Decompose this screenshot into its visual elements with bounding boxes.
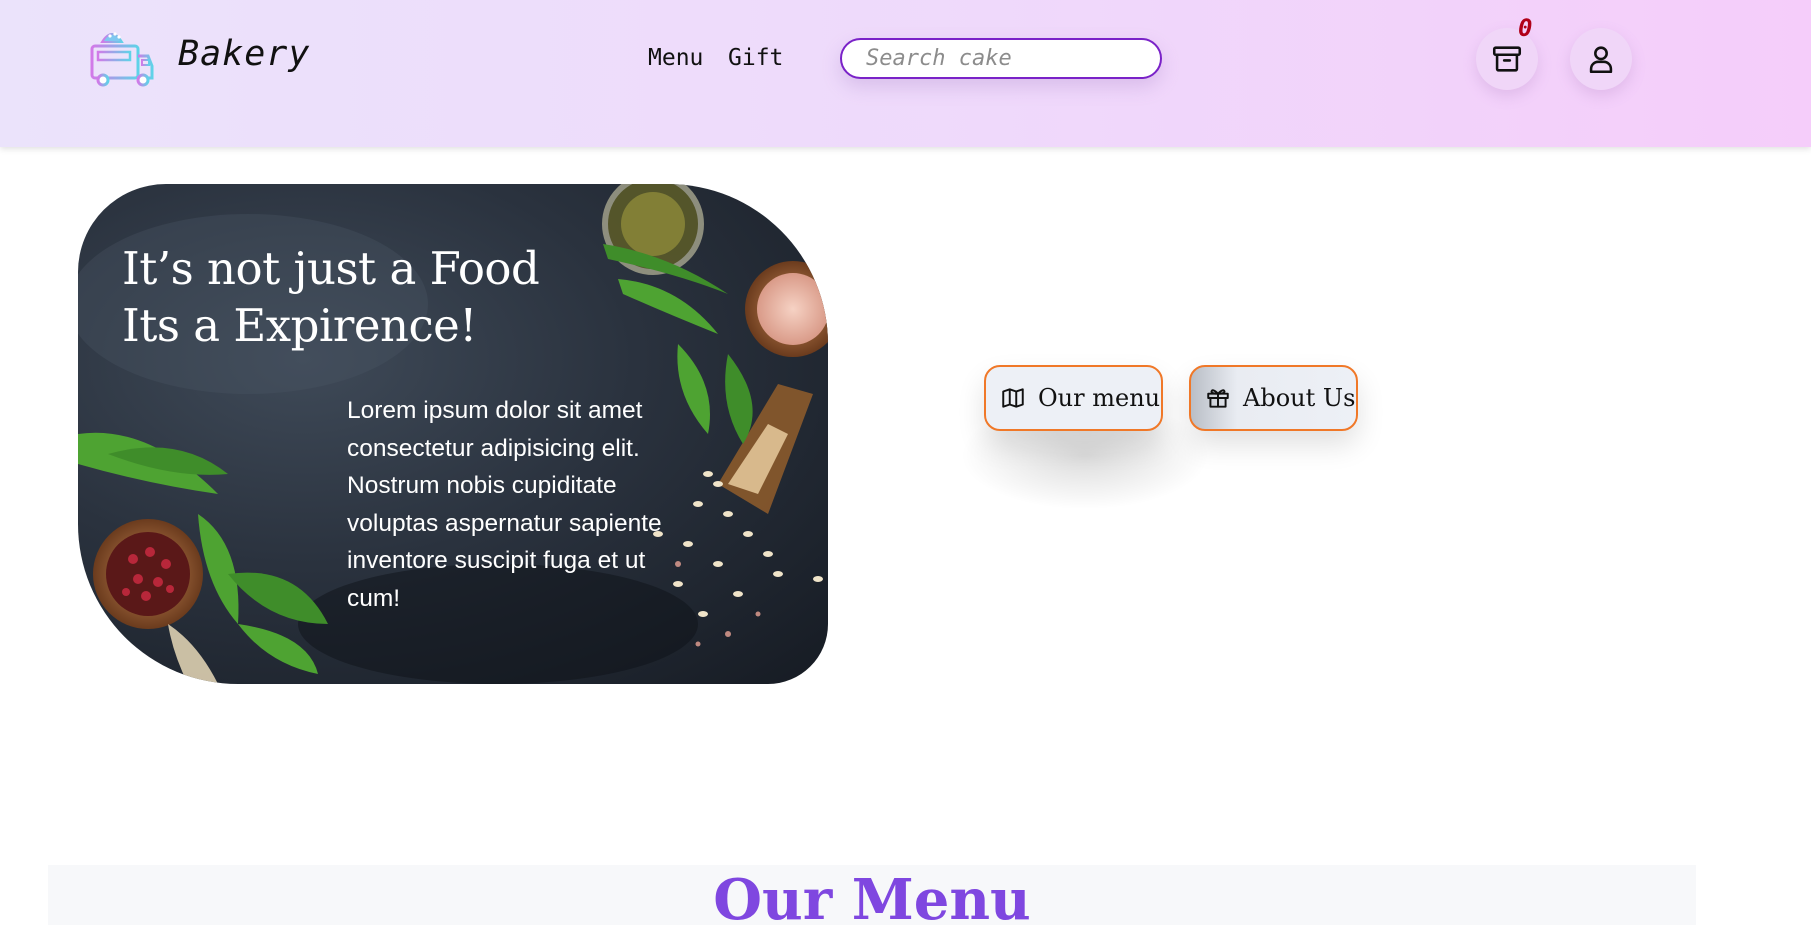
hero-title-line-1: It’s not just a Food [122, 242, 540, 295]
map-icon [1000, 385, 1026, 411]
hero-banner: It’s not just a Food Its a Expirence! Lo… [78, 184, 828, 684]
about-us-label: About Us [1243, 384, 1356, 412]
about-us-button[interactable]: About Us [1189, 365, 1358, 431]
site-header: Bakery Menu Gift 0 [0, 0, 1811, 147]
hero-description: Lorem ipsum dolor sit amet consectetur a… [347, 397, 662, 612]
nav-link-gift[interactable]: Gift [728, 45, 783, 71]
our-menu-button[interactable]: Our menu [984, 365, 1163, 431]
account-button[interactable] [1570, 28, 1632, 90]
cart-count-badge: 0 [1518, 14, 1533, 42]
food-truck-icon[interactable] [88, 24, 156, 88]
menu-section: Our Menu [48, 865, 1696, 925]
hero-title-line-2: Its a Expirence! [122, 299, 477, 352]
user-icon [1589, 46, 1613, 74]
search-input[interactable] [840, 38, 1162, 79]
gift-icon [1205, 385, 1231, 411]
menu-section-title: Our Menu [713, 867, 1031, 925]
nav-link-menu[interactable]: Menu [648, 45, 703, 71]
shopping-box-icon [1492, 46, 1522, 72]
brand-name[interactable]: Bakery [178, 34, 310, 74]
hero-title: It’s not just a Food Its a Expirence! [122, 240, 540, 354]
our-menu-label: Our menu [1038, 384, 1161, 412]
